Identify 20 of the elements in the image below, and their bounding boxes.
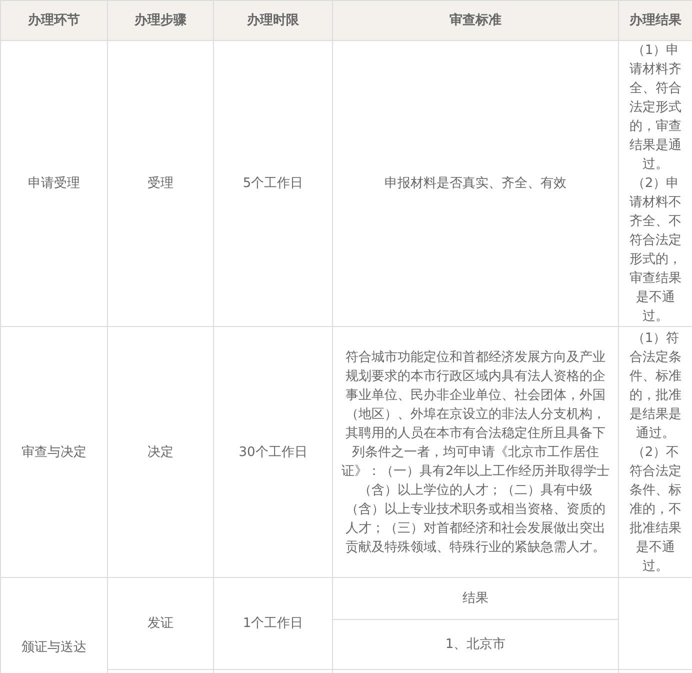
table-cell: 申报材料是否真实、齐全、有效 xyxy=(384,176,566,191)
table-cell: 符合城市功能定位和首都经济发展方向及产业规划要求的本市行政区域内具有法人资格的企事业单位、民办非企业单位、社会团体，外国（地区）、外埠在京设立的非法人分支机构，其聘用的人员在本市有合法稳定住所且具备下列条件之一者，均可申请《北京市工作居住证》：（一）具有2年以上工作经历并取得学士（含）以上学位的人才；（二）具有中级（含）以上专业技术职务或相当资格、资质的人才；（三）对首都经济和社会发展做出突出贡献及特殊领域、特殊行业的紧缺急需人才。 xyxy=(341,350,610,554)
table-cell: 5个工作日 xyxy=(242,176,304,191)
table-cell: 颁证与送达 xyxy=(22,640,86,655)
table-cell: 1、北京市 xyxy=(445,637,506,652)
column-header: 办理环节 xyxy=(28,12,80,28)
table-cell: 决定 xyxy=(148,444,174,460)
table-cell: 30个工作日 xyxy=(238,444,308,460)
column-header: 办理时限 xyxy=(247,12,299,28)
table-cell: 审查与决定 xyxy=(22,444,86,460)
column-header: 办理步骤 xyxy=(134,12,186,28)
table-cell: 受理 xyxy=(148,176,174,191)
table-cell: （1）符合法定条件、标准的，批准是结果是通过。（2）不符合法定条件、标准的，不批准结果是不通过。 xyxy=(630,330,682,574)
column-header: 办理结果 xyxy=(630,12,682,28)
column-header: 审查标准 xyxy=(450,12,502,28)
table-cell: （1）申请材料齐全、符合法定形式的，审查结果是通过。（2）申请材料不齐全、不符合法定形式的，审查结果是不通过。 xyxy=(630,43,682,324)
table-cell: 1个工作日 xyxy=(242,616,304,631)
table-cell: 申请受理 xyxy=(28,176,80,191)
table-cell: 发证 xyxy=(148,616,174,631)
table-cell: 结果 xyxy=(462,591,488,606)
